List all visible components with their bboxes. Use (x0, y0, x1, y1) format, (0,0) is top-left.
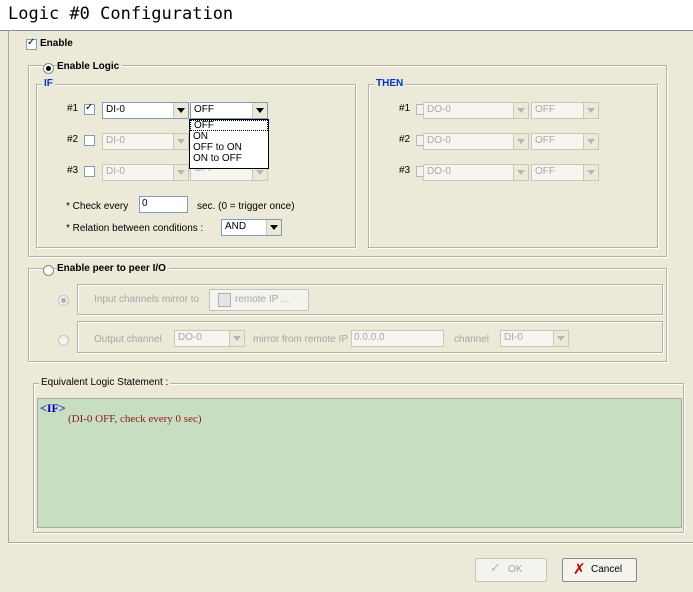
then-row-2-num: #2 (399, 134, 411, 145)
if-row-3-channel-select[interactable]: DI-0 (102, 164, 189, 181)
relation-select[interactable]: AND (221, 219, 282, 236)
if-row-2-channel-select[interactable]: DI-0 (102, 133, 189, 150)
state-option-on[interactable]: ON (190, 131, 268, 142)
bottom-divider (8, 542, 693, 544)
statement-box: <IF> (DI-0 OFF, check every 0 sec) (37, 398, 682, 528)
then-row-1-state-select[interactable]: OFF (531, 102, 599, 119)
if-row-2-num: #2 (67, 134, 79, 145)
remote-ip-button-label: remote IP ... (235, 294, 290, 305)
statement-label: Equivalent Logic Statement : (39, 377, 171, 388)
statement-line: (DI-0 OFF, check every 0 sec) (68, 413, 202, 425)
if-row-1-checkbox[interactable]: ✓ (84, 102, 95, 115)
remote-ip-input[interactable]: 0.0.0.0 (351, 330, 444, 347)
check-every-label: * Check every (66, 201, 129, 212)
statement-tag: <IF> (40, 401, 66, 415)
check-icon: ✓ (490, 561, 501, 576)
enable-peer-radio[interactable] (43, 265, 54, 276)
if-row-2-checkbox[interactable] (84, 135, 95, 146)
if-row-1-state-select[interactable]: OFF (190, 102, 268, 119)
if-row-1-num: #1 (67, 103, 79, 114)
output-channel-select[interactable]: DO-0 (174, 330, 245, 347)
title-bar: Logic #0 Configuration (0, 0, 693, 31)
if-row-3-num: #3 (67, 165, 79, 176)
mirror-from-label: mirror from remote IP (253, 334, 349, 345)
then-row-3-num: #3 (399, 165, 411, 176)
channel-select[interactable]: DI-0 (500, 330, 569, 347)
input-mirror-radio[interactable] (58, 295, 69, 306)
then-title: THEN (374, 78, 406, 89)
input-mirror-label: Input channels mirror to (94, 294, 200, 305)
state-option-off[interactable]: OFF (190, 120, 268, 131)
output-channel-radio[interactable] (58, 335, 69, 346)
channel-label: channel (454, 334, 490, 345)
then-row-3-channel-select[interactable]: DO-0 (423, 164, 529, 181)
then-row-2-channel-select[interactable]: DO-0 (423, 133, 529, 150)
if-row-1-channel-select[interactable]: DI-0 (102, 102, 189, 119)
then-row-2-state-select[interactable]: OFF (531, 133, 599, 150)
cancel-label: Cancel (591, 564, 623, 575)
then-row-1-num: #1 (399, 103, 411, 114)
ok-label: OK (508, 564, 523, 575)
enable-peer-label: Enable peer to peer I/O (57, 263, 169, 274)
check-every-hint: sec. (0 = trigger once) (197, 201, 295, 212)
window-title: Logic #0 Configuration (8, 4, 234, 24)
enable-label: Enable (40, 38, 73, 49)
ok-button[interactable]: ✓ OK (475, 558, 547, 582)
output-channel-label: Output channel (94, 334, 162, 345)
then-row-1-channel-select[interactable]: DO-0 (423, 102, 529, 119)
if-row-3-checkbox[interactable] (84, 166, 95, 177)
enable-logic-radio[interactable] (43, 63, 54, 74)
check-every-input[interactable]: 0 (139, 196, 188, 213)
relation-label: * Relation between conditions : (66, 223, 204, 234)
logic-config-window: Logic #0 Configuration ✓ Enable Enable L… (0, 0, 693, 592)
enable-checkbox[interactable]: ✓ (26, 37, 37, 50)
remote-ip-button[interactable]: remote IP ... (209, 289, 309, 311)
if-title: IF (42, 78, 55, 89)
cancel-x-icon: ✗ (573, 560, 586, 578)
state-option-off-to-on[interactable]: OFF to ON (190, 142, 268, 153)
then-row-3-state-select[interactable]: OFF (531, 164, 599, 181)
left-divider (8, 30, 9, 542)
enable-logic-label: Enable Logic (57, 61, 123, 72)
state-option-on-to-off[interactable]: ON to OFF (190, 153, 268, 164)
network-icon (218, 293, 231, 307)
state-dropdown-list[interactable]: OFF ON OFF to ON ON to OFF (189, 119, 269, 169)
cancel-button[interactable]: ✗ Cancel (562, 558, 637, 582)
